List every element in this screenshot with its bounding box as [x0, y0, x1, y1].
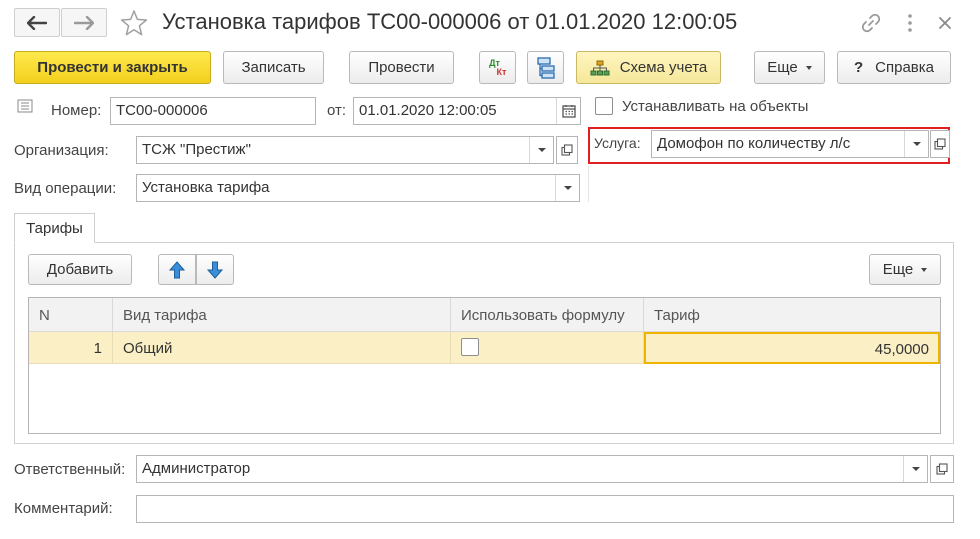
organization-label: Организация:: [14, 142, 109, 159]
forward-arrow-icon: [74, 15, 94, 30]
column-header-tariff-type[interactable]: Вид тарифа: [113, 298, 451, 332]
close-icon[interactable]: [934, 12, 956, 34]
move-up-button[interactable]: [158, 254, 196, 285]
open-form-icon: [936, 463, 948, 475]
open-form-icon: [561, 144, 573, 156]
number-field[interactable]: ТС00-000006: [110, 97, 316, 125]
move-down-icon: [207, 261, 223, 279]
chevron-down-icon: [805, 65, 812, 70]
move-up-icon: [169, 260, 185, 278]
tariffs-table[interactable]: N Вид тарифа Использовать формулу Тариф …: [28, 297, 941, 434]
help-button[interactable]: ? Справка: [837, 51, 951, 84]
dropdown-icon: [537, 148, 546, 152]
service-dropdown-button[interactable]: [904, 131, 928, 157]
number-label: Номер:: [51, 102, 102, 119]
dropdown-icon: [912, 142, 921, 146]
move-down-button[interactable]: [196, 254, 234, 285]
link-icon[interactable]: [860, 12, 882, 34]
operation-type-dropdown-button[interactable]: [555, 175, 579, 201]
column-divider: [588, 166, 589, 202]
scheme-icon: [590, 60, 610, 75]
back-arrow-icon: [27, 15, 47, 30]
post-and-close-button[interactable]: Провести и закрыть: [14, 51, 211, 84]
column-header-tariff[interactable]: Тариф: [644, 298, 940, 332]
dropdown-icon: [563, 186, 572, 190]
service-field[interactable]: Домофон по количеству л/с: [651, 130, 929, 158]
operation-type-field[interactable]: Установка тарифа: [136, 174, 580, 202]
responsible-dropdown-button[interactable]: [903, 456, 927, 482]
more-vertical-icon[interactable]: [899, 12, 921, 34]
dtkt-button[interactable]: Дт Кт: [479, 51, 516, 84]
calendar-button[interactable]: [556, 98, 580, 124]
dtkt-icon: Дт Кт: [489, 57, 507, 77]
post-button[interactable]: Провести: [349, 51, 454, 84]
comment-label: Комментарий:: [14, 500, 113, 517]
document-list-icon: [17, 99, 33, 113]
cell-tariff[interactable]: 45,0000: [644, 332, 940, 364]
star-icon[interactable]: [120, 9, 148, 37]
service-open-button[interactable]: [930, 130, 950, 158]
column-header-use-formula[interactable]: Использовать формулу: [451, 298, 644, 332]
forward-button[interactable]: [61, 8, 107, 37]
calendar-icon: [561, 105, 576, 118]
column-header-n[interactable]: N: [29, 298, 113, 332]
save-button[interactable]: Записать: [223, 51, 324, 84]
page-title: Установка тарифов ТС00-000006 от 01.01.2…: [162, 9, 738, 34]
responsible-open-button[interactable]: [930, 455, 954, 483]
set-on-objects-checkbox[interactable]: [595, 97, 613, 115]
comment-field[interactable]: [136, 495, 954, 523]
open-form-icon: [934, 138, 946, 150]
structure-icon: [536, 56, 555, 79]
operation-type-label: Вид операции:: [14, 180, 117, 197]
question-icon: ?: [853, 59, 864, 76]
add-button[interactable]: Добавить: [28, 254, 132, 285]
accounting-scheme-button[interactable]: Схема учета: [576, 51, 721, 84]
cell-use-formula[interactable]: [451, 332, 644, 364]
structure-button[interactable]: [527, 51, 564, 84]
cell-n[interactable]: 1: [29, 332, 113, 364]
organization-field[interactable]: ТСЖ "Престиж": [136, 136, 554, 164]
back-button[interactable]: [14, 8, 60, 37]
cell-tariff-type[interactable]: Общий: [113, 332, 451, 364]
responsible-label: Ответственный:: [14, 461, 126, 478]
table-more-button[interactable]: Еще: [869, 254, 941, 285]
organization-dropdown-button[interactable]: [529, 137, 553, 163]
date-label: от:: [327, 102, 347, 119]
chevron-down-icon: [921, 267, 928, 272]
more-button[interactable]: Еще: [754, 51, 825, 84]
organization-open-button[interactable]: [556, 136, 578, 164]
set-on-objects-label: Устанавливать на объекты: [622, 98, 809, 115]
use-formula-checkbox[interactable]: [461, 338, 479, 356]
service-label: Услуга:: [594, 135, 641, 151]
dropdown-icon: [911, 467, 920, 471]
tab-tariffs[interactable]: Тарифы: [14, 213, 95, 243]
date-field[interactable]: 01.01.2020 12:00:05: [353, 97, 581, 125]
responsible-field[interactable]: Администратор: [136, 455, 928, 483]
